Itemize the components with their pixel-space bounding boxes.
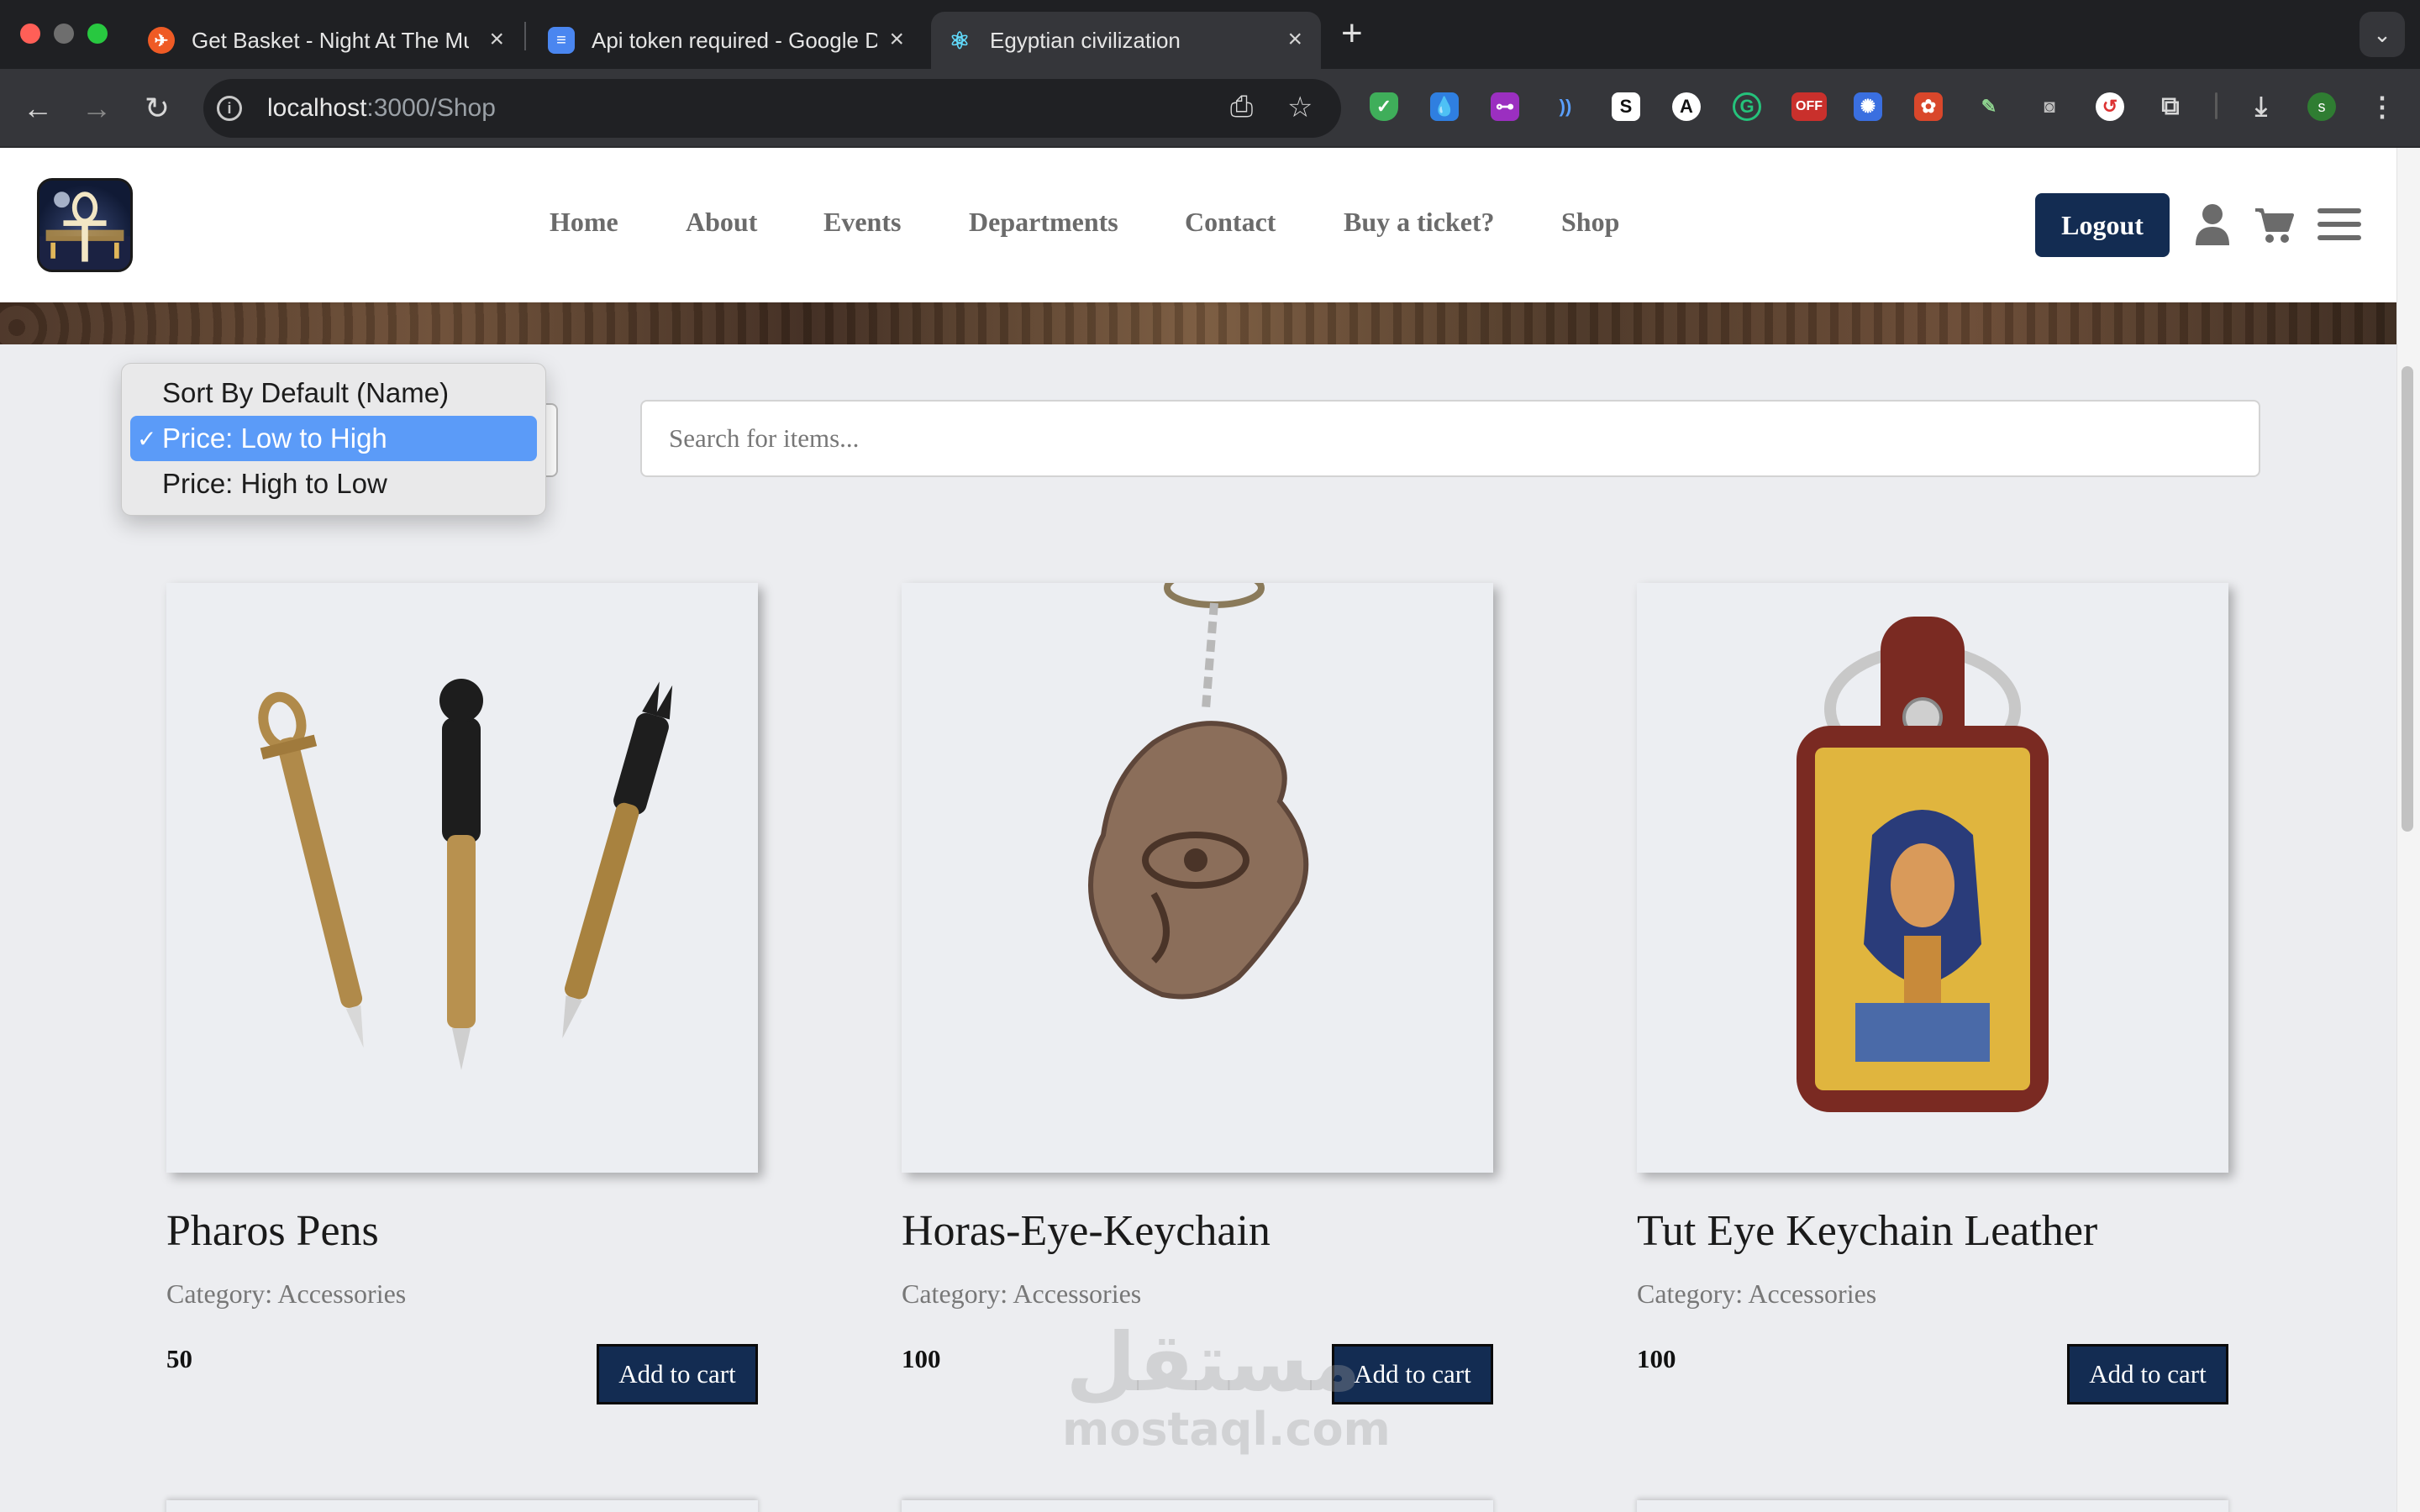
product-name[interactable]: Pharos Pens xyxy=(166,1206,379,1256)
nav-departments[interactable]: Departments xyxy=(969,207,1118,238)
reload-button[interactable]: ↻ xyxy=(136,87,178,129)
wave-icon[interactable]: )) xyxy=(1551,92,1580,121)
watermark: مستقل mostaql.com xyxy=(1062,1315,1391,1456)
nav-buy-ticket[interactable]: Buy a ticket? xyxy=(1344,207,1495,238)
tab-title: Api token required - Google D xyxy=(592,27,877,53)
browser-tab-bar: ✈ Get Basket - Night At The Mu × ≡ Api t… xyxy=(0,0,2420,69)
nav-contact[interactable]: Contact xyxy=(1185,207,1276,238)
bookmark-star-icon[interactable]: ☆ xyxy=(1287,91,1313,124)
user-icon[interactable] xyxy=(2195,203,2230,245)
close-window-button[interactable] xyxy=(20,24,40,44)
product-category: Category: Accessories xyxy=(166,1278,407,1309)
nav-home[interactable]: Home xyxy=(550,207,618,238)
product-name[interactable]: Tut Eye Keychain Leather xyxy=(1637,1206,2097,1256)
tab-search-button[interactable]: ⌄ xyxy=(2360,12,2405,57)
pen-icon[interactable]: ✎ xyxy=(1975,92,2003,121)
close-icon[interactable]: × xyxy=(1287,27,1302,52)
tab-title: Get Basket - Night At The Mu xyxy=(192,27,469,53)
add-to-cart-button[interactable]: Add to cart xyxy=(597,1344,758,1404)
browser-tab-1[interactable]: ✈ Get Basket - Night At The Mu × xyxy=(133,12,523,69)
tab-divider xyxy=(524,22,526,50)
search-input[interactable] xyxy=(640,400,2260,477)
product-card-partial[interactable] xyxy=(1637,1500,2228,1512)
leather-keychain-illustration xyxy=(1797,617,2049,1112)
drop-icon[interactable]: 💧 xyxy=(1430,92,1459,121)
ankh-logo-icon xyxy=(39,192,130,270)
add-to-cart-button[interactable]: Add to cart xyxy=(2067,1344,2228,1404)
close-icon[interactable]: × xyxy=(489,27,504,52)
adguard-icon[interactable]: ✓ xyxy=(1370,92,1398,121)
page-viewport: Home About Events Departments Contact Bu… xyxy=(0,148,2396,1512)
new-tab-button[interactable]: + xyxy=(1341,13,1363,54)
product-image-pharos-pens[interactable] xyxy=(166,583,758,1173)
browser-tab-2[interactable]: ≡ Api token required - Google D × xyxy=(533,12,923,69)
browser-tab-3[interactable]: ⚛ Egyptian civilization × xyxy=(931,12,1321,69)
product-image-horas-eye-keychain[interactable] xyxy=(902,583,1493,1173)
pens-illustration xyxy=(258,679,673,1070)
profile-avatar[interactable]: s xyxy=(2307,92,2336,121)
browser-menu-icon[interactable]: ⋮ xyxy=(2368,92,2396,122)
tab-title: Egyptian civilization xyxy=(990,27,1181,53)
react-icon: ⚛ xyxy=(949,27,971,54)
checkmark-icon: ✓ xyxy=(137,425,157,452)
close-icon[interactable]: × xyxy=(889,27,904,52)
product-image-tut-eye-keychain[interactable] xyxy=(1637,583,2228,1173)
s-icon[interactable]: S xyxy=(1612,92,1640,121)
toolbar-divider xyxy=(2215,92,2217,119)
sort-option-low-high[interactable]: ✓ Price: Low to High xyxy=(130,416,537,461)
site-info-icon[interactable]: i xyxy=(217,96,242,121)
product-price: 100 xyxy=(1637,1344,1676,1373)
download-icon[interactable]: ⤓ xyxy=(2247,91,2275,121)
toggle-icon[interactable]: ⊶ xyxy=(1491,92,1519,121)
grammarly-icon[interactable]: G xyxy=(1733,92,1761,121)
extensions-icon[interactable]: ⧉ xyxy=(2156,92,2185,121)
product-category: Category: Accessories xyxy=(1637,1278,1877,1309)
google-docs-icon: ≡ xyxy=(548,27,575,54)
site-header: Home About Events Departments Contact Bu… xyxy=(0,148,2396,302)
postman-icon: ✈ xyxy=(148,27,175,54)
install-app-icon[interactable]: ⎙ xyxy=(1230,91,1253,123)
maximize-window-button[interactable] xyxy=(87,24,108,44)
sort-option-default[interactable]: Sort By Default (Name) xyxy=(130,370,537,416)
nav-about[interactable]: About xyxy=(686,207,757,238)
product-price: 100 xyxy=(902,1344,941,1373)
hero-banner xyxy=(0,302,2396,344)
camera-icon[interactable]: ◙ xyxy=(2035,92,2064,121)
cart-icon[interactable] xyxy=(2254,207,2294,244)
address-bar[interactable]: i localhost:3000/Shop ⎙ ☆ xyxy=(203,79,1341,138)
product-card-partial[interactable] xyxy=(166,1500,758,1512)
url-text[interactable]: localhost:3000/Shop xyxy=(267,94,496,123)
minimize-window-button[interactable] xyxy=(54,24,74,44)
keychain-illustration xyxy=(1088,583,1309,1000)
a-icon[interactable]: A xyxy=(1672,92,1701,121)
product-category: Category: Accessories xyxy=(902,1278,1142,1309)
product-name[interactable]: Horas-Eye-Keychain xyxy=(902,1206,1270,1256)
sort-dropdown-menu: Sort By Default (Name) ✓ Price: Low to Hi… xyxy=(121,363,546,516)
sort-option-high-low[interactable]: Price: High to Low xyxy=(130,461,537,507)
back-button[interactable]: ← xyxy=(17,87,59,129)
product-price: 50 xyxy=(166,1344,192,1373)
scrollbar-thumb[interactable] xyxy=(2402,366,2413,832)
product-card-partial[interactable] xyxy=(902,1500,1493,1512)
nav-shop[interactable]: Shop xyxy=(1561,207,1619,238)
gear-icon[interactable]: ✺ xyxy=(1854,92,1882,121)
logout-button[interactable]: Logout xyxy=(2035,193,2170,257)
site-logo[interactable] xyxy=(37,178,133,272)
off-icon[interactable]: OFF xyxy=(1791,92,1827,121)
hamburger-menu-icon[interactable] xyxy=(2317,207,2361,242)
refresh-icon[interactable]: ↺ xyxy=(2096,92,2124,121)
puzzle-red-icon[interactable]: ✿ xyxy=(1914,92,1943,121)
nav-events[interactable]: Events xyxy=(823,207,901,238)
forward-button[interactable]: → xyxy=(76,87,118,129)
